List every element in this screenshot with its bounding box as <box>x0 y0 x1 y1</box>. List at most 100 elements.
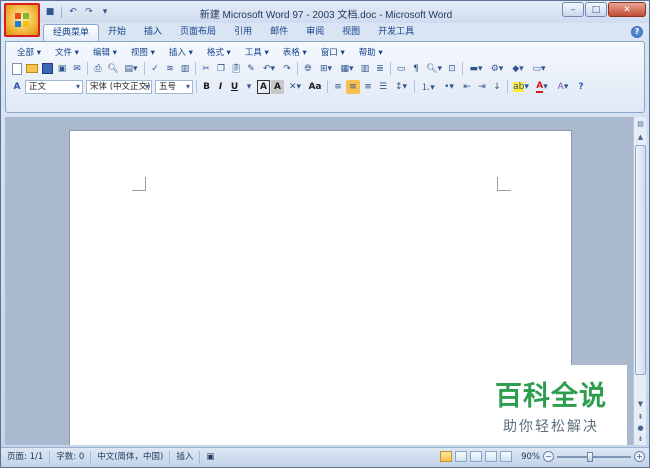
numbering-icon[interactable]: ⒈▾ <box>418 80 438 94</box>
menu-insert[interactable]: 插入 ▾ <box>162 46 200 58</box>
macro-record-icon[interactable]: ▣ <box>200 451 220 464</box>
menu-all[interactable]: 全部 ▾ <box>10 46 48 58</box>
folder-group-icon[interactable]: ▬▾ <box>466 62 486 76</box>
tab-references[interactable]: 引用 <box>225 24 261 41</box>
zoom-slider-thumb[interactable] <box>586 451 593 462</box>
vertical-scrollbar[interactable]: ▤ ▲ ▼ ⇞ ● ⇟ <box>633 117 646 445</box>
character-border-button[interactable]: A <box>257 79 270 94</box>
browse-object-icon[interactable]: ● <box>635 423 646 434</box>
font-color-button[interactable]: A ▾ <box>532 80 552 94</box>
menu-format[interactable]: 格式 ▾ <box>200 46 238 58</box>
help-icon[interactable]: ? <box>574 80 588 94</box>
character-shading-button[interactable]: A <box>271 79 284 94</box>
columns-icon[interactable]: ▥ <box>358 62 372 76</box>
help-icon[interactable]: ? <box>631 26 643 38</box>
align-left-icon[interactable]: ≡ <box>331 80 345 94</box>
align-center-icon[interactable]: ≡ <box>346 79 360 94</box>
tab-classic-menu[interactable]: 经典菜单 <box>43 24 100 41</box>
translate-icon[interactable]: ≋ <box>163 62 177 76</box>
close-button[interactable]: ✕ <box>608 2 646 17</box>
tab-view[interactable]: 视图 <box>333 24 369 41</box>
menu-window[interactable]: 窗口 ▾ <box>314 46 352 58</box>
change-case-button[interactable]: Aa <box>306 80 324 94</box>
sort-icon[interactable]: ↓ <box>490 80 504 94</box>
paste-icon[interactable]: 📋︎ <box>229 62 243 76</box>
drawing-icon[interactable]: ≣ <box>373 62 387 76</box>
tab-developer[interactable]: 开发工具 <box>369 24 423 41</box>
styles-group-icon[interactable]: ◆▾ <box>508 62 528 76</box>
tab-insert[interactable]: 插入 <box>135 24 171 41</box>
scroll-thumb[interactable] <box>635 145 646 375</box>
permission-icon[interactable]: ▣ <box>55 62 69 76</box>
research-icon[interactable]: ▤▾ <box>121 62 141 76</box>
zoom-level[interactable]: 90% <box>521 452 540 462</box>
open-folder-icon[interactable] <box>25 62 39 76</box>
draft-view-button[interactable] <box>500 451 513 462</box>
align-right-icon[interactable]: ≡ <box>361 80 375 94</box>
research-book-icon[interactable]: ▥ <box>178 62 192 76</box>
bullets-icon[interactable]: •▾ <box>439 80 459 94</box>
menu-edit[interactable]: 编辑 ▾ <box>86 46 124 58</box>
format-painter-icon[interactable]: ✎ <box>244 62 258 76</box>
print-icon[interactable]: ⎙ <box>91 62 105 76</box>
dropdown-arrow-icon[interactable]: ▾ <box>242 80 256 94</box>
tab-page-layout[interactable]: 页面布局 <box>171 24 225 41</box>
menu-help[interactable]: 帮助 ▾ <box>352 46 390 58</box>
print-preview-icon[interactable]: 🔍︎ <box>106 62 120 76</box>
office-button[interactable] <box>4 3 40 37</box>
italic-button[interactable]: I <box>214 80 227 94</box>
justify-icon[interactable]: ☰ <box>376 80 390 94</box>
font-select[interactable]: 宋体 (中文正文) <box>86 79 152 94</box>
tab-review[interactable]: 审阅 <box>297 24 333 41</box>
save-icon[interactable]: ■ <box>43 6 57 19</box>
next-page-icon[interactable]: ⇟ <box>635 434 646 445</box>
save-icon[interactable] <box>40 62 54 76</box>
zoom-slider[interactable] <box>557 451 631 462</box>
new-document-icon[interactable] <box>10 62 24 76</box>
highlight-color-button[interactable]: ab ▾ <box>511 80 531 94</box>
insert-table-icon[interactable]: ▦▾ <box>337 62 357 76</box>
decrease-indent-icon[interactable]: ⇤ <box>460 80 474 94</box>
style-select[interactable]: 正文 <box>25 79 83 94</box>
previous-page-icon[interactable]: ⇞ <box>635 412 646 423</box>
insert-mode[interactable]: 插入 <box>170 451 201 464</box>
tools-group-icon[interactable]: ⚙▾ <box>487 62 507 76</box>
menu-table[interactable]: 表格 ▾ <box>276 46 314 58</box>
dropdown-arrow-icon[interactable]: ▾ <box>98 6 112 19</box>
scroll-down-icon[interactable]: ▼ <box>635 399 646 410</box>
menu-file[interactable]: 文件 ▾ <box>48 46 86 58</box>
word-count[interactable]: 字数: 0 <box>50 451 92 464</box>
page-count[interactable]: 页面: 1/1 <box>1 451 51 464</box>
menu-view[interactable]: 视图 ▾ <box>124 46 162 58</box>
menu-tools[interactable]: 工具 ▾ <box>238 46 276 58</box>
tab-home[interactable]: 开始 <box>99 24 135 41</box>
redo-icon[interactable]: ↷ <box>82 6 96 19</box>
styles-pane-icon[interactable]: A <box>10 80 24 94</box>
print-layout-view-button[interactable] <box>440 451 453 462</box>
copy-icon[interactable]: ❐ <box>214 62 228 76</box>
email-icon[interactable]: ✉ <box>70 62 84 76</box>
minimize-button[interactable]: – <box>562 2 584 17</box>
text-effects-icon[interactable]: ✕▾ <box>285 80 305 94</box>
zoom-icon[interactable]: 🔍︎▾ <box>424 62 444 76</box>
outline-view-button[interactable] <box>485 451 498 462</box>
undo-icon[interactable]: ↶ <box>66 6 80 19</box>
full-screen-reading-view-button[interactable] <box>455 451 468 462</box>
web-layout-view-button[interactable] <box>470 451 483 462</box>
language-indicator[interactable]: 中文(简体，中国) <box>91 451 171 464</box>
undo-icon[interactable]: ↶▾ <box>259 62 279 76</box>
read-icon[interactable]: ⊡ <box>445 62 459 76</box>
tables-borders-icon[interactable]: ⊞▾ <box>316 62 336 76</box>
increase-indent-icon[interactable]: ⇥ <box>475 80 489 94</box>
underline-button[interactable]: U <box>228 80 241 94</box>
font-size-select[interactable]: 五号 <box>155 79 193 94</box>
bold-button[interactable]: B <box>200 80 213 94</box>
ruler-toggle-icon[interactable]: ▤ <box>635 119 646 130</box>
font-dialog-icon[interactable]: A ▾ <box>553 80 573 94</box>
cut-icon[interactable]: ✂ <box>199 62 213 76</box>
document-map-icon[interactable]: ▭ <box>394 62 408 76</box>
zoom-out-icon[interactable]: − <box>543 451 554 462</box>
line-spacing-icon[interactable]: ↕▾ <box>391 80 411 94</box>
tab-mailings[interactable]: 邮件 <box>261 24 297 41</box>
zoom-in-icon[interactable]: + <box>634 451 645 462</box>
